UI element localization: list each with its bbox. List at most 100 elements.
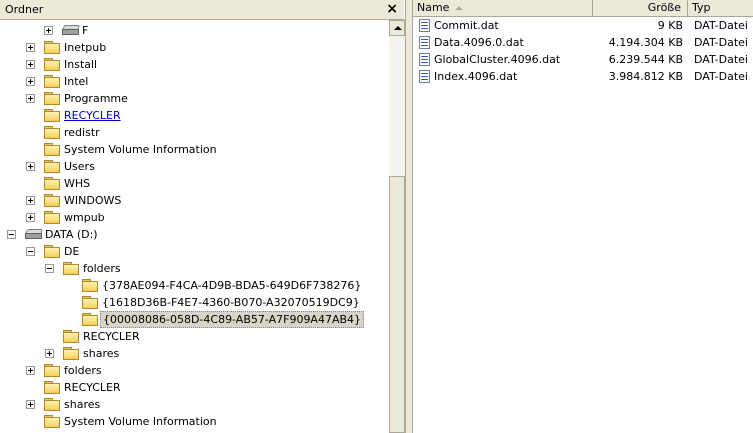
tree-node[interactable]: Intel xyxy=(0,73,380,90)
tree-node-label[interactable]: redistr xyxy=(62,125,102,140)
collapse-minus-icon[interactable] xyxy=(45,264,54,273)
file-list-panel: Name Größe Typ Commit.dat 9 KB DAT-Datei Da… xyxy=(413,0,753,433)
expand-plus-icon[interactable] xyxy=(26,162,35,171)
tree-node-label[interactable]: RECYCLER xyxy=(62,380,123,395)
dat-file-icon xyxy=(419,53,430,66)
tree-node[interactable]: {00008086-058D-4C89-AB57-A7F909A47AB4} xyxy=(0,311,380,328)
tree-node-label[interactable]: folders xyxy=(62,363,104,378)
tree-node-label[interactable]: F xyxy=(80,23,90,38)
dat-file-icon xyxy=(419,70,430,83)
tree-node[interactable]: F xyxy=(0,22,380,39)
expand-plus-icon[interactable] xyxy=(26,366,35,375)
tree-node-label[interactable]: RECYCLER xyxy=(62,108,123,123)
tree-node-label[interactable]: DATA (D:) xyxy=(43,227,100,242)
tree-node-label[interactable]: shares xyxy=(81,346,121,361)
expand-plus-icon[interactable] xyxy=(26,77,35,86)
folder-icon xyxy=(63,347,79,360)
tree-node-label[interactable]: Intel xyxy=(62,74,90,89)
folder-icon xyxy=(44,75,60,88)
expand-plus-icon[interactable] xyxy=(26,94,35,103)
tree-node-label[interactable]: System Volume Information xyxy=(62,414,219,429)
file-name: Index.4096.dat xyxy=(434,70,518,83)
tree-node-label[interactable]: Inetpub xyxy=(62,40,108,55)
tree-node-label[interactable]: Install xyxy=(62,57,99,72)
tree-node[interactable]: Install xyxy=(0,56,380,73)
folder-tree-panel: Ordner × F Inetpub Install Intel Programme RE… xyxy=(0,0,408,433)
file-name: Data.4096.0.dat xyxy=(434,36,524,49)
tree-node-label[interactable]: folders xyxy=(81,261,123,276)
file-type: DAT-Datei xyxy=(694,19,748,32)
tree-node[interactable]: RECYCLER xyxy=(0,379,380,396)
tree-node[interactable]: redistr xyxy=(0,124,380,141)
file-row[interactable]: Index.4096.dat 3.984.812 KB DAT-Datei xyxy=(413,68,753,85)
tree-vertical-scrollbar[interactable] xyxy=(389,20,405,433)
tree-node[interactable]: shares xyxy=(0,396,380,413)
close-icon[interactable]: × xyxy=(386,0,398,18)
tree-node-label[interactable]: Users xyxy=(62,159,97,174)
file-row[interactable]: Data.4096.0.dat 4.194.304 KB DAT-Datei xyxy=(413,34,753,51)
scroll-up-arrow-icon[interactable] xyxy=(389,20,405,36)
tree-node[interactable]: WINDOWS xyxy=(0,192,380,209)
folder-icon xyxy=(44,211,60,224)
tree-node-label[interactable]: RECYCLER xyxy=(81,329,142,344)
tree-node[interactable]: {378AE094-F4CA-4D9B-BDA5-649D6F738276} xyxy=(0,277,380,294)
folder-icon xyxy=(63,330,79,343)
tree-node[interactable]: folders xyxy=(0,260,380,277)
expand-plus-icon[interactable] xyxy=(26,213,35,222)
folder-icon xyxy=(82,296,98,309)
tree-node[interactable]: RECYCLER xyxy=(0,107,380,124)
tree-node-label[interactable]: Programme xyxy=(62,91,130,106)
folder-icon xyxy=(44,109,60,122)
tree-node[interactable]: shares xyxy=(0,345,380,362)
folder-icon xyxy=(44,92,60,105)
collapse-minus-icon[interactable] xyxy=(7,230,16,239)
pane-splitter[interactable] xyxy=(405,0,413,433)
dat-file-icon xyxy=(419,36,430,49)
tree-node-label[interactable]: {1618D36B-F4E7-4360-B070-A32070519DC9} xyxy=(100,295,362,310)
expand-plus-icon[interactable] xyxy=(45,349,54,358)
expand-plus-icon[interactable] xyxy=(26,196,35,205)
column-header-type[interactable]: Typ xyxy=(688,0,753,16)
tree-node[interactable]: WHS xyxy=(0,175,380,192)
folder-icon xyxy=(44,381,60,394)
folder-tree: F Inetpub Install Intel Programme RECYCLER red… xyxy=(0,20,389,433)
file-size: 6.239.544 KB xyxy=(608,53,683,66)
tree-node-label[interactable]: {378AE094-F4CA-4D9B-BDA5-649D6F738276} xyxy=(100,278,363,293)
folder-icon xyxy=(82,313,98,326)
tree-node[interactable]: wmpub xyxy=(0,209,380,226)
tree-node[interactable]: Users xyxy=(0,158,380,175)
tree-node-label[interactable]: WHS xyxy=(62,176,92,191)
expand-plus-icon[interactable] xyxy=(26,400,35,409)
tree-node[interactable]: Inetpub xyxy=(0,39,380,56)
tree-node[interactable]: {1618D36B-F4E7-4360-B070-A32070519DC9} xyxy=(0,294,380,311)
tree-node-label[interactable]: WINDOWS xyxy=(62,193,123,208)
column-header-name[interactable]: Name xyxy=(413,0,593,16)
tree-node[interactable]: System Volume Information xyxy=(0,413,380,430)
tree-node[interactable]: folders xyxy=(0,362,380,379)
expand-plus-icon[interactable] xyxy=(44,26,53,35)
tree-node-label[interactable]: wmpub xyxy=(62,210,107,225)
file-row[interactable]: Commit.dat 9 KB DAT-Datei xyxy=(413,17,753,34)
folder-icon xyxy=(44,194,60,207)
column-header-size-label: Größe xyxy=(647,1,681,14)
column-header-type-label: Typ xyxy=(692,1,711,14)
tree-node-label[interactable]: {00008086-058D-4C89-AB57-A7F909A47AB4} xyxy=(100,311,365,328)
tree-node[interactable]: Programme xyxy=(0,90,380,107)
column-header-size[interactable]: Größe xyxy=(593,0,688,16)
tree-node[interactable]: System Volume Information xyxy=(0,141,380,158)
drive-icon xyxy=(24,229,44,239)
tree-node[interactable]: RECYCLER xyxy=(0,328,380,345)
expand-plus-icon[interactable] xyxy=(26,43,35,52)
expand-plus-icon[interactable] xyxy=(26,60,35,69)
scrollbar-thumb[interactable] xyxy=(389,176,405,433)
folder-icon xyxy=(82,279,98,292)
file-name: GlobalCluster.4096.dat xyxy=(434,53,561,66)
folder-icon xyxy=(44,415,60,428)
tree-node-label[interactable]: shares xyxy=(62,397,102,412)
file-row[interactable]: GlobalCluster.4096.dat 6.239.544 KB DAT-Da… xyxy=(413,51,753,68)
collapse-minus-icon[interactable] xyxy=(26,247,35,256)
tree-node-label[interactable]: DE xyxy=(62,244,81,259)
tree-node[interactable]: DE xyxy=(0,243,380,260)
tree-node-label[interactable]: System Volume Information xyxy=(62,142,219,157)
tree-node[interactable]: DATA (D:) xyxy=(0,226,380,243)
